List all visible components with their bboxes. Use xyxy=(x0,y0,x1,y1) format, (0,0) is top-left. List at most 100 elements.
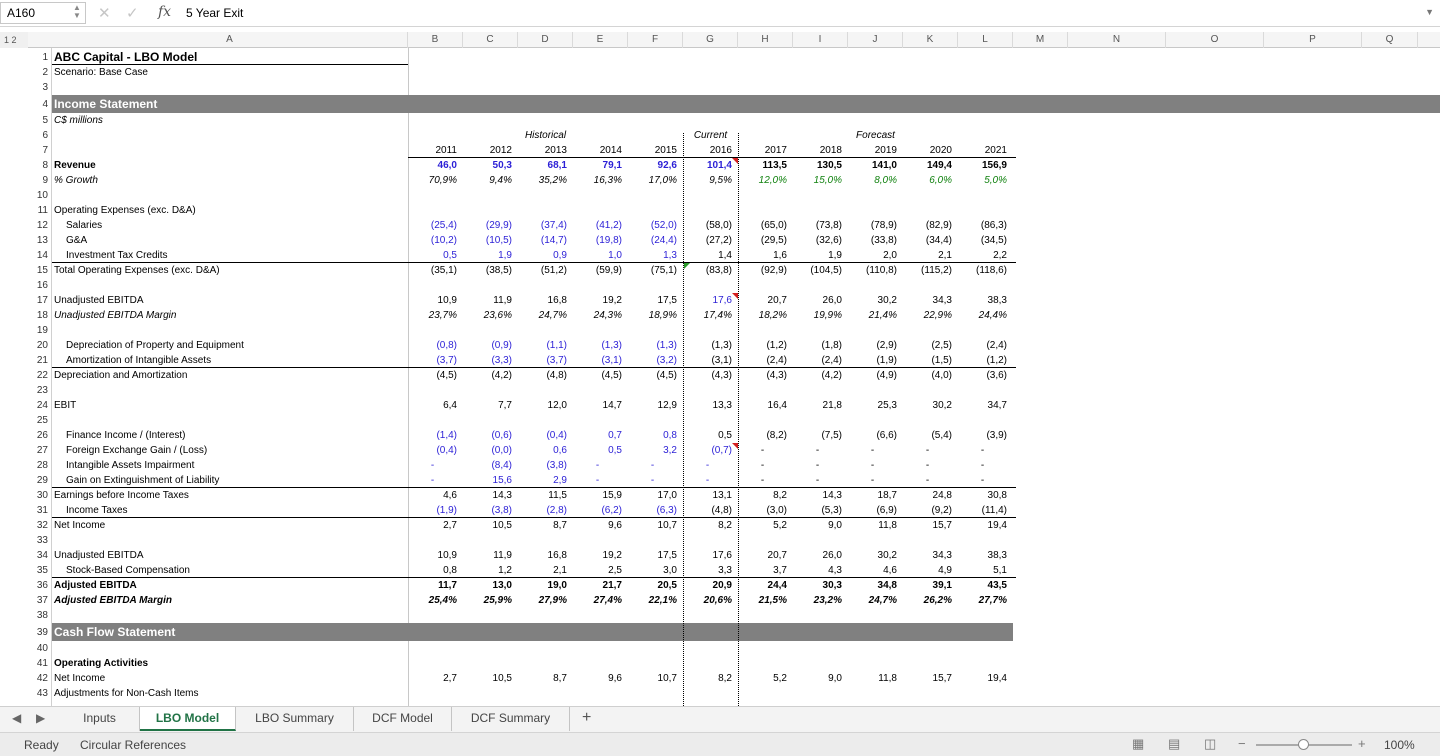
value-cell[interactable]: 22,9% xyxy=(903,308,952,323)
value-cell[interactable]: 17,4% xyxy=(683,308,732,323)
column-header-j[interactable]: J xyxy=(848,32,903,48)
column-header-e[interactable]: E xyxy=(573,32,628,48)
value-cell[interactable]: (1,8) xyxy=(793,338,842,353)
value-cell[interactable]: 26,2% xyxy=(903,593,952,608)
row-header[interactable]: 26 xyxy=(0,428,48,443)
value-cell[interactable]: 0,8 xyxy=(628,428,677,443)
value-cell[interactable]: (4,3) xyxy=(738,368,787,383)
value-cell[interactable]: (92,9) xyxy=(738,263,787,278)
value-cell[interactable]: (8,4) xyxy=(463,458,512,473)
function-icon[interactable]: fx xyxy=(158,4,171,20)
row-header[interactable]: 9 xyxy=(0,173,48,188)
value-cell[interactable]: (29,9) xyxy=(463,218,512,233)
value-cell[interactable]: (2,4) xyxy=(738,353,787,368)
row-header[interactable]: 40 xyxy=(0,641,48,656)
value-cell[interactable]: (32,6) xyxy=(793,233,842,248)
value-cell[interactable]: (3,1) xyxy=(573,353,622,368)
value-cell[interactable]: - xyxy=(738,458,787,473)
value-cell[interactable]: (4,9) xyxy=(848,368,897,383)
value-cell[interactable]: 24,4% xyxy=(958,308,1007,323)
value-cell[interactable]: (82,9) xyxy=(903,218,952,233)
error-indicator-icon[interactable] xyxy=(684,263,690,269)
row-header[interactable]: 20 xyxy=(0,338,48,353)
value-cell[interactable]: (1,4) xyxy=(408,428,457,443)
column-header-k[interactable]: K xyxy=(903,32,958,48)
value-cell[interactable]: 20,9 xyxy=(683,578,732,593)
value-cell[interactable]: 10,7 xyxy=(628,518,677,533)
value-cell[interactable]: 8,0% xyxy=(848,173,897,188)
value-cell[interactable]: 6,4 xyxy=(408,398,457,413)
value-cell[interactable]: - xyxy=(793,473,842,488)
cancel-icon[interactable]: ✕ xyxy=(98,4,111,22)
value-cell[interactable]: 17,6 xyxy=(683,548,732,563)
value-cell[interactable]: (59,9) xyxy=(573,263,622,278)
value-cell[interactable]: 23,7% xyxy=(408,308,457,323)
value-cell[interactable]: (115,2) xyxy=(903,263,952,278)
value-cell[interactable]: (4,2) xyxy=(793,368,842,383)
value-cell[interactable]: (110,8) xyxy=(848,263,897,278)
row-header[interactable]: 30 xyxy=(0,488,48,503)
row-header[interactable]: 31 xyxy=(0,503,48,518)
value-cell[interactable]: - xyxy=(408,473,457,488)
row-header[interactable]: 32 xyxy=(0,518,48,533)
value-cell[interactable]: 8,2 xyxy=(738,488,787,503)
value-cell[interactable]: (83,8) xyxy=(683,263,732,278)
value-cell[interactable]: - xyxy=(573,458,622,473)
value-cell[interactable]: 19,0 xyxy=(518,578,567,593)
value-cell[interactable]: 19,2 xyxy=(573,293,622,308)
row-header[interactable]: 39 xyxy=(0,625,48,640)
value-cell[interactable]: (104,5) xyxy=(793,263,842,278)
value-cell[interactable]: 8,7 xyxy=(518,518,567,533)
column-header-g[interactable]: G xyxy=(683,32,738,48)
value-cell[interactable]: 19,2 xyxy=(573,548,622,563)
value-cell[interactable]: (4,5) xyxy=(408,368,457,383)
value-cell[interactable]: 0,8 xyxy=(408,563,457,578)
value-cell[interactable]: - xyxy=(408,458,457,473)
value-cell[interactable]: - xyxy=(848,458,897,473)
expand-formula-chevron-icon[interactable]: ▼ xyxy=(1425,7,1434,17)
value-cell[interactable]: (4,5) xyxy=(573,368,622,383)
value-cell[interactable]: 25,3 xyxy=(848,398,897,413)
value-cell[interactable]: (35,1) xyxy=(408,263,457,278)
column-header-a[interactable]: A xyxy=(52,32,408,48)
column-header-f[interactable]: F xyxy=(628,32,683,48)
value-cell[interactable]: 18,2% xyxy=(738,308,787,323)
value-cell[interactable]: 20,6% xyxy=(683,593,732,608)
value-cell[interactable]: (33,8) xyxy=(848,233,897,248)
row-header[interactable]: 27 xyxy=(0,443,48,458)
value-cell[interactable]: (4,8) xyxy=(518,368,567,383)
value-cell[interactable]: 141,0 xyxy=(848,158,897,173)
value-cell[interactable]: 16,8 xyxy=(518,293,567,308)
value-cell[interactable]: (58,0) xyxy=(683,218,732,233)
value-cell[interactable]: 1,9 xyxy=(793,248,842,263)
row-header[interactable]: 35 xyxy=(0,563,48,578)
sheet-tab[interactable]: LBO Summary xyxy=(236,707,354,731)
value-cell[interactable]: (0,4) xyxy=(408,443,457,458)
value-cell[interactable]: - xyxy=(903,458,952,473)
value-cell[interactable]: (6,6) xyxy=(848,428,897,443)
value-cell[interactable]: (1,2) xyxy=(958,353,1007,368)
value-cell[interactable]: 1,2 xyxy=(463,563,512,578)
row-header[interactable]: 7 xyxy=(0,143,48,158)
row-header[interactable]: 28 xyxy=(0,458,48,473)
value-cell[interactable]: 17,0% xyxy=(628,173,677,188)
value-cell[interactable]: 0,5 xyxy=(683,428,732,443)
value-cell[interactable]: (19,8) xyxy=(573,233,622,248)
row-header[interactable]: 14 xyxy=(0,248,48,263)
value-cell[interactable]: 18,7 xyxy=(848,488,897,503)
value-cell[interactable]: (3,1) xyxy=(683,353,732,368)
value-cell[interactable]: (0,4) xyxy=(518,428,567,443)
value-cell[interactable]: (6,3) xyxy=(628,503,677,518)
value-cell[interactable]: 5,2 xyxy=(738,671,787,686)
row-header[interactable]: 21 xyxy=(0,353,48,368)
value-cell[interactable]: 17,0 xyxy=(628,488,677,503)
value-cell[interactable]: 23,2% xyxy=(793,593,842,608)
value-cell[interactable]: - xyxy=(958,443,1007,458)
value-cell[interactable]: 13,0 xyxy=(463,578,512,593)
value-cell[interactable]: (2,4) xyxy=(958,338,1007,353)
value-cell[interactable]: 46,0 xyxy=(408,158,457,173)
value-cell[interactable]: (3,8) xyxy=(518,458,567,473)
value-cell[interactable]: (0,6) xyxy=(463,428,512,443)
value-cell[interactable]: (29,5) xyxy=(738,233,787,248)
value-cell[interactable]: 15,7 xyxy=(903,671,952,686)
